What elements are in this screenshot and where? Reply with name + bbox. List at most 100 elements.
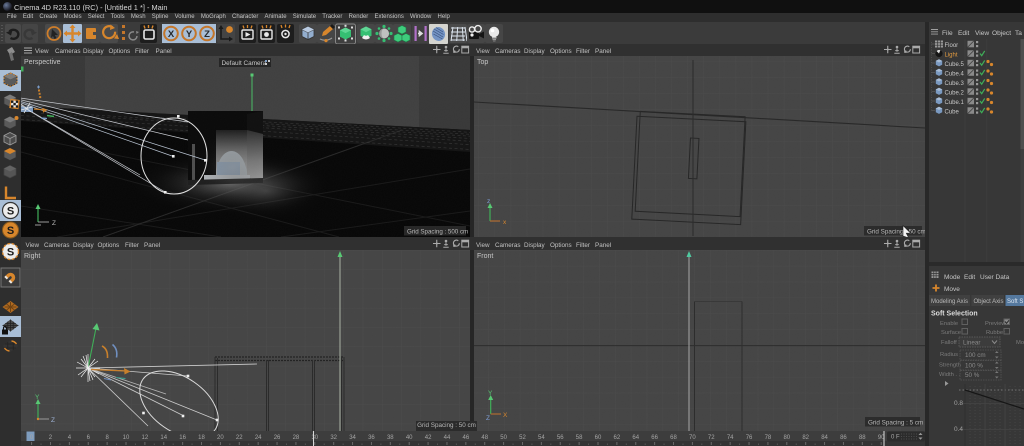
svg-text:Strength: Strength <box>939 363 961 369</box>
svg-text:Linear: Linear <box>963 340 981 347</box>
svg-text:Panel: Panel <box>144 242 160 249</box>
svg-text:34: 34 <box>349 435 356 441</box>
svg-text:Cameras: Cameras <box>495 242 521 249</box>
svg-text:View: View <box>476 242 490 249</box>
svg-text:76: 76 <box>746 435 753 441</box>
svg-text:60: 60 <box>595 435 602 441</box>
svg-text:Soft Selection: Soft Selection <box>931 311 978 318</box>
svg-text:50: 50 <box>500 435 507 441</box>
svg-text:Cube.1: Cube.1 <box>945 100 965 106</box>
svg-text:Floor: Floor <box>945 43 959 49</box>
svg-text:Display: Display <box>73 242 94 249</box>
svg-text:S: S <box>7 247 14 259</box>
svg-text:Options: Options <box>98 242 120 249</box>
svg-text:70: 70 <box>689 435 696 441</box>
svg-text:62: 62 <box>614 435 621 441</box>
svg-text:View: View <box>26 242 40 249</box>
svg-text:Ta: Ta <box>1015 30 1022 37</box>
svg-text:44: 44 <box>444 435 451 441</box>
svg-text:56: 56 <box>557 435 564 441</box>
svg-text:54: 54 <box>538 435 545 441</box>
svg-text:Cameras: Cameras <box>495 48 521 55</box>
svg-text:100 cm: 100 cm <box>965 352 986 359</box>
svg-text:30: 30 <box>311 435 318 441</box>
svg-text:Panel: Panel <box>595 48 611 55</box>
svg-text:Cube.3: Cube.3 <box>945 81 965 87</box>
svg-text:Options: Options <box>550 48 572 55</box>
svg-text:74: 74 <box>727 435 734 441</box>
svg-text:68: 68 <box>670 435 677 441</box>
svg-text:Cube.5: Cube.5 <box>945 62 965 68</box>
svg-text:Width . .: Width . . <box>939 372 961 378</box>
svg-text:File: File <box>942 30 953 37</box>
svg-text:88: 88 <box>859 435 866 441</box>
svg-text:Filter: Filter <box>135 48 149 55</box>
svg-text:Radius: Radius <box>940 352 958 358</box>
svg-text:80: 80 <box>783 435 790 441</box>
svg-text:40: 40 <box>406 435 413 441</box>
svg-text:Mode: Mode <box>944 274 961 281</box>
svg-text:Falloff: Falloff <box>941 340 957 346</box>
svg-text:26: 26 <box>274 435 281 441</box>
svg-text:X: X <box>168 29 175 40</box>
svg-text:24: 24 <box>255 435 262 441</box>
svg-text:52: 52 <box>519 435 526 441</box>
svg-text:Modeling Axis: Modeling Axis <box>931 299 968 305</box>
svg-text:0.4: 0.4 <box>954 426 963 433</box>
svg-text:58: 58 <box>576 435 583 441</box>
svg-text:64: 64 <box>632 435 639 441</box>
svg-text:Cube: Cube <box>945 109 960 115</box>
svg-text:4: 4 <box>68 435 72 441</box>
svg-text:Y: Y <box>186 29 193 40</box>
svg-text:Panel: Panel <box>156 48 172 55</box>
svg-text:50 %: 50 % <box>965 372 980 379</box>
svg-text:Display: Display <box>524 48 545 55</box>
svg-text:Cube.2: Cube.2 <box>945 90 965 96</box>
svg-text:Options: Options <box>109 48 131 55</box>
svg-text:View: View <box>35 48 49 55</box>
svg-text:48: 48 <box>481 435 488 441</box>
svg-text:8: 8 <box>105 435 109 441</box>
svg-text:Edit: Edit <box>964 274 975 281</box>
svg-text:Move: Move <box>944 286 960 293</box>
svg-text:Surface: Surface <box>941 330 961 336</box>
svg-text:Rubber: Rubber <box>986 330 1005 336</box>
svg-text:Cameras: Cameras <box>44 242 70 249</box>
svg-text:46: 46 <box>462 435 469 441</box>
svg-text:22: 22 <box>236 435 243 441</box>
svg-text:Filter: Filter <box>576 242 590 249</box>
svg-text:Edit: Edit <box>958 30 970 37</box>
svg-text:Cube.4: Cube.4 <box>945 71 965 77</box>
svg-text:36: 36 <box>368 435 375 441</box>
svg-text:Object Axis: Object Axis <box>974 299 1004 305</box>
svg-text:18: 18 <box>198 435 205 441</box>
svg-text:Panel: Panel <box>595 242 611 249</box>
svg-text:20: 20 <box>217 435 224 441</box>
svg-text:84: 84 <box>821 435 828 441</box>
svg-text:Filter: Filter <box>125 242 139 249</box>
svg-text:78: 78 <box>765 435 772 441</box>
svg-text:0 F: 0 F <box>891 435 900 441</box>
svg-text:S: S <box>7 206 14 218</box>
svg-text:66: 66 <box>651 435 658 441</box>
svg-text:Cameras: Cameras <box>55 48 81 55</box>
svg-text:2: 2 <box>49 435 53 441</box>
svg-text:Soft S: Soft S <box>1007 299 1023 305</box>
svg-text:28: 28 <box>293 435 300 441</box>
svg-text:12: 12 <box>142 435 149 441</box>
svg-text:Display: Display <box>524 242 545 249</box>
svg-text:10: 10 <box>123 435 130 441</box>
svg-text:Preview: Preview <box>985 321 1006 327</box>
svg-text:Enable: Enable <box>940 321 958 327</box>
svg-text:38: 38 <box>387 435 394 441</box>
svg-text:82: 82 <box>802 435 809 441</box>
svg-text:Light: Light <box>945 52 958 58</box>
svg-text:Z: Z <box>204 29 210 40</box>
svg-text:Display: Display <box>83 48 104 55</box>
svg-text:100 %: 100 % <box>965 363 983 370</box>
svg-text:72: 72 <box>708 435 715 441</box>
svg-text:14: 14 <box>160 435 167 441</box>
svg-text:86: 86 <box>840 435 847 441</box>
svg-text:6: 6 <box>87 435 91 441</box>
svg-text:0.8: 0.8 <box>954 400 963 407</box>
